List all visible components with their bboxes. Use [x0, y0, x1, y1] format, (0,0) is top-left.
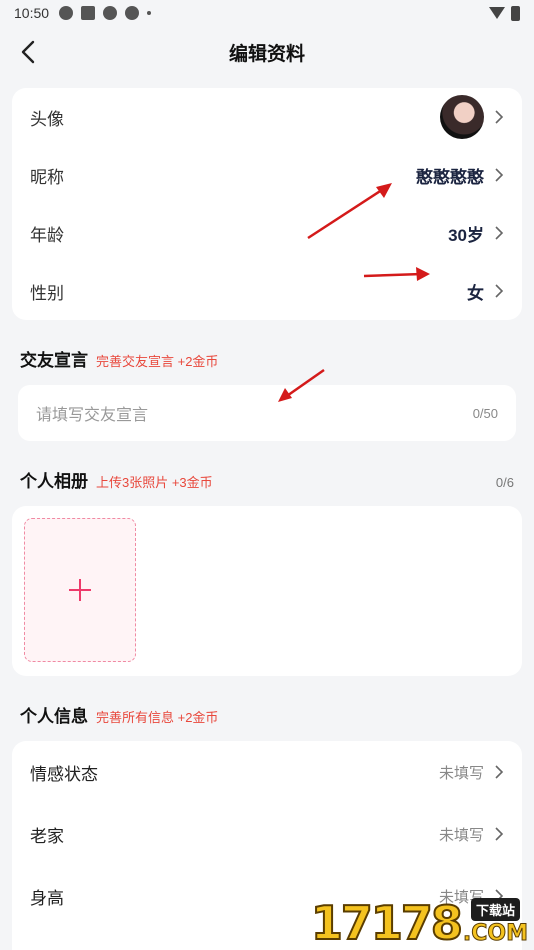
- navigation-bar: 编辑资料: [0, 26, 534, 78]
- album-hint: 上传3张照片 +3金币: [96, 475, 213, 490]
- info-value: 未填写: [438, 764, 484, 782]
- gender-row[interactable]: 性别 女: [30, 262, 504, 320]
- age-label: 年龄: [30, 225, 64, 245]
- chevron-right-icon: [495, 168, 504, 182]
- info-row-hometown[interactable]: 老家 未填写: [30, 803, 504, 865]
- motto-title: 交友宣言: [20, 351, 88, 370]
- album-title: 个人相册: [20, 472, 88, 491]
- motto-section-header: 交友宣言 完善交友宣言 +2金币: [0, 346, 534, 371]
- watermark-number: 17178: [310, 896, 464, 950]
- info-hint: 完善所有信息 +2金币: [96, 710, 219, 725]
- watermark-logo: 17178 下载站 .COM: [304, 880, 534, 950]
- nickname-value: 憨憨憨憨: [416, 167, 484, 187]
- notification-icon: [103, 6, 118, 20]
- avatar-value: [440, 95, 504, 139]
- battery-icon: [511, 5, 520, 21]
- notification-icon: [81, 6, 96, 20]
- back-button[interactable]: [14, 38, 42, 66]
- avatar-label: 头像: [30, 109, 64, 129]
- info-value-wrap: 未填写: [439, 824, 504, 845]
- status-bar: 10:50: [0, 0, 534, 26]
- age-value-wrap: 30岁: [448, 221, 504, 246]
- profile-card: 头像 昵称 憨憨憨憨 年龄 30岁 性别 女: [12, 88, 522, 320]
- add-photo-button[interactable]: [24, 518, 136, 662]
- motto-char-count: 0/50: [472, 405, 498, 421]
- info-row-relationship[interactable]: 情感状态 未填写: [30, 741, 504, 803]
- chevron-right-icon: [495, 827, 504, 841]
- age-row[interactable]: 年龄 30岁: [30, 204, 504, 262]
- album-card: [12, 506, 522, 676]
- chevron-right-icon: [495, 110, 504, 124]
- info-label: 情感状态: [30, 764, 98, 784]
- avatar: [440, 95, 484, 139]
- back-arrow-icon: [21, 40, 35, 64]
- gender-value-wrap: 女: [467, 279, 504, 304]
- album-count: 0/6: [495, 475, 514, 490]
- page-title: 编辑资料: [228, 43, 305, 65]
- age-value: 30岁: [448, 225, 484, 245]
- nickname-label: 昵称: [30, 167, 64, 187]
- motto-hint: 完善交友宣言 +2金币: [96, 354, 219, 369]
- info-label: 职业: [30, 946, 64, 950]
- motto-placeholder: 请填写交友宣言: [36, 407, 149, 424]
- info-value: 未填写: [438, 826, 484, 844]
- info-label: 身高: [30, 888, 64, 908]
- notification-icon: [125, 6, 140, 20]
- avatar-row[interactable]: 头像: [30, 88, 504, 146]
- chevron-right-icon: [495, 284, 504, 298]
- gender-label: 性别: [30, 283, 64, 303]
- wifi-icon: [489, 7, 505, 19]
- info-title: 个人信息: [20, 707, 88, 726]
- more-notifications-icon: [147, 11, 152, 15]
- watermark-tag: 下载站: [470, 898, 520, 921]
- chevron-right-icon: [495, 765, 504, 779]
- watermark-domain: .COM: [462, 921, 528, 947]
- info-value-wrap: 未填写: [439, 762, 504, 783]
- nickname-value-wrap: 憨憨憨憨: [416, 163, 504, 188]
- annotation-arrow: [363, 267, 430, 281]
- status-time: 10:50: [14, 5, 50, 21]
- album-section-header: 个人相册 上传3张照片 +3金币 0/6: [0, 467, 534, 492]
- annotation-arrow: [278, 368, 325, 402]
- info-label: 老家: [30, 826, 64, 846]
- nickname-row[interactable]: 昵称 憨憨憨憨: [30, 146, 504, 204]
- chevron-right-icon: [495, 226, 504, 240]
- motto-input[interactable]: 请填写交友宣言 0/50: [18, 385, 516, 441]
- plus-icon: [69, 579, 91, 601]
- watermark-side: 下载站 .COM: [462, 898, 529, 947]
- notification-icon: [59, 6, 74, 20]
- gender-value: 女: [467, 283, 484, 303]
- annotation-arrow: [307, 183, 392, 240]
- info-section-header: 个人信息 完善所有信息 +2金币: [0, 702, 534, 727]
